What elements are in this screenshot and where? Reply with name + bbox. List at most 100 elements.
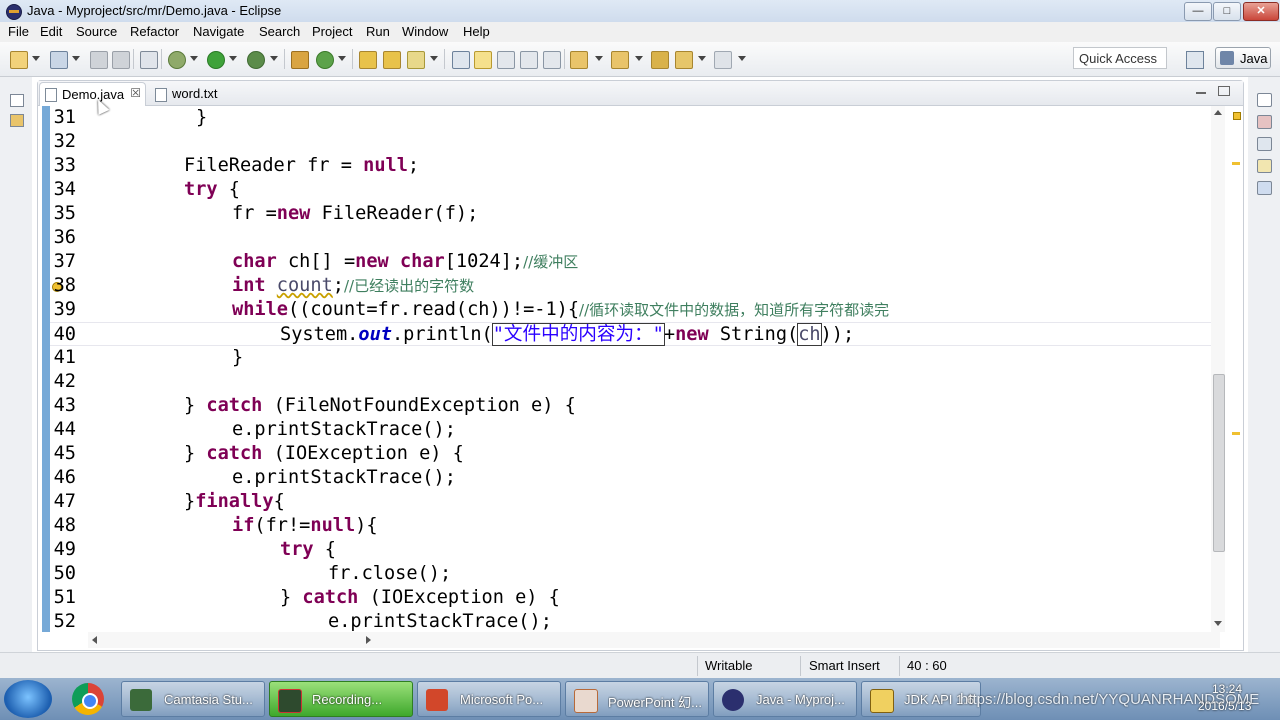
- new-icon[interactable]: [10, 51, 28, 69]
- external-tools-dropdown-icon[interactable]: [270, 56, 278, 61]
- menu-search[interactable]: Search: [259, 24, 300, 39]
- warning-overview-marker[interactable]: [1233, 112, 1241, 120]
- window-title: Java - Myproject/src/mr/Demo.java - Ecli…: [27, 3, 282, 18]
- menu-source[interactable]: Source: [76, 24, 117, 39]
- back-dropdown-icon[interactable]: [698, 56, 706, 61]
- toggle-block-selection-icon[interactable]: [497, 51, 515, 69]
- new-project-icon[interactable]: [50, 51, 68, 69]
- taskbar-item-camtasia[interactable]: Camtasia Stu...: [121, 681, 265, 717]
- taskbar-item-label: Microsoft Po...: [460, 692, 544, 707]
- line-number: 52: [53, 611, 76, 632]
- external-tools-icon[interactable]: [247, 51, 265, 69]
- console-icon[interactable]: [1257, 181, 1272, 195]
- package-explorer-icon[interactable]: [10, 114, 24, 127]
- maximize-button[interactable]: □: [1213, 2, 1241, 21]
- new-dropdown-icon[interactable]: [32, 56, 40, 61]
- occurrence-marker[interactable]: [1232, 162, 1240, 165]
- overview-ruler[interactable]: [1230, 106, 1242, 632]
- minimize-editor-icon[interactable]: [1196, 89, 1206, 94]
- forward-icon[interactable]: [714, 51, 732, 69]
- menu-run[interactable]: Run: [366, 24, 390, 39]
- code-line: 37 char ch[] =new char[1024];//缓冲区: [50, 250, 1220, 274]
- title-bar: Java - Myproject/src/mr/Demo.java - Ecli…: [0, 0, 1280, 23]
- maximize-editor-icon[interactable]: [1218, 86, 1230, 96]
- close-tab-icon[interactable]: ☒: [130, 86, 141, 100]
- open-resource-icon[interactable]: [383, 51, 401, 69]
- next-annotation-icon[interactable]: [452, 51, 470, 69]
- quick-access-input[interactable]: Quick Access: [1073, 47, 1167, 69]
- open-perspective-icon[interactable]: [1186, 51, 1204, 69]
- search-dropdown-icon[interactable]: [430, 56, 438, 61]
- taskbar-item-label: Java - Myproj...: [756, 692, 845, 707]
- toggle-word-wrap-icon[interactable]: [520, 51, 538, 69]
- scroll-left-icon[interactable]: [92, 636, 97, 644]
- javadoc-icon[interactable]: [1257, 159, 1272, 173]
- code-text: try {: [280, 539, 336, 560]
- new-java-package-icon[interactable]: [291, 51, 309, 69]
- search-icon[interactable]: [407, 51, 425, 69]
- vertical-scrollbar[interactable]: [1211, 106, 1225, 632]
- line-number: 38: [53, 275, 76, 296]
- scroll-up-icon[interactable]: [1214, 110, 1222, 115]
- new-project-dropdown-icon[interactable]: [72, 56, 80, 61]
- minimize-button[interactable]: —: [1184, 2, 1212, 21]
- java-perspective-button[interactable]: Java: [1215, 47, 1271, 69]
- save-all-icon[interactable]: [112, 51, 130, 69]
- debug-icon[interactable]: [168, 51, 186, 69]
- powerpoint-slide-icon: [574, 689, 598, 713]
- forward-dropdown-icon[interactable]: [738, 56, 746, 61]
- run-dropdown-icon[interactable]: [229, 56, 237, 61]
- java-editor: Demo.java ☒ word.txt 31} 32 33 FileReader…: [37, 80, 1244, 651]
- code-text: while((count=fr.read(ch))!=-1){//循环读取文件中…: [232, 299, 890, 320]
- outline-icon[interactable]: [1257, 137, 1272, 151]
- task-list-icon[interactable]: [1257, 115, 1272, 129]
- menu-refactor[interactable]: Refactor: [130, 24, 179, 39]
- tab-word-txt[interactable]: word.txt: [150, 82, 245, 105]
- line-number: 41: [53, 347, 76, 368]
- taskbar-item-powerpoint-2[interactable]: PowerPoint 幻...: [565, 681, 709, 717]
- debug-dropdown-icon[interactable]: [190, 56, 198, 61]
- previous-annotation-dropdown-icon[interactable]: [635, 56, 643, 61]
- scroll-right-icon[interactable]: [366, 636, 371, 644]
- new-class-dropdown-icon[interactable]: [338, 56, 346, 61]
- restore-icon[interactable]: [10, 94, 24, 107]
- horizontal-scrollbar[interactable]: [88, 632, 1220, 648]
- menu-navigate[interactable]: Navigate: [193, 24, 244, 39]
- scrollbar-thumb[interactable]: [1213, 374, 1225, 552]
- occurrence-marker[interactable]: [1232, 432, 1240, 435]
- clock-time[interactable]: 13:24: [1212, 682, 1242, 696]
- menu-file[interactable]: File: [8, 24, 29, 39]
- skip-breakpoints-icon[interactable]: [140, 51, 158, 69]
- start-button-icon[interactable]: [4, 680, 52, 718]
- code-line: 35 fr =new FileReader(f);: [50, 202, 1220, 226]
- taskbar-item-powerpoint-1[interactable]: Microsoft Po...: [417, 681, 561, 717]
- run-icon[interactable]: [207, 51, 225, 69]
- clock-date[interactable]: 2016/5/13: [1198, 699, 1251, 713]
- next-annotation-nav-icon[interactable]: [570, 51, 588, 69]
- restore-icon[interactable]: [1257, 93, 1272, 107]
- recording-icon: [278, 689, 302, 713]
- menu-window[interactable]: Window: [402, 24, 448, 39]
- last-edit-location-icon[interactable]: [651, 51, 669, 69]
- toggle-mark-occurrences-icon[interactable]: [474, 51, 492, 69]
- taskbar-item-eclipse[interactable]: Java - Myproj...: [713, 681, 857, 717]
- change-ruler: [38, 106, 50, 632]
- menu-help[interactable]: Help: [463, 24, 490, 39]
- tab-label: word.txt: [172, 86, 218, 101]
- code-area[interactable]: 31} 32 33 FileReader fr = null; 34 try { 3…: [50, 106, 1220, 632]
- scroll-down-icon[interactable]: [1214, 621, 1222, 626]
- previous-annotation-icon[interactable]: [611, 51, 629, 69]
- code-text: if(fr!=null){: [232, 515, 378, 536]
- line-number: 39: [53, 299, 76, 320]
- open-type-icon[interactable]: [359, 51, 377, 69]
- close-button[interactable]: ✕: [1243, 2, 1279, 21]
- save-icon[interactable]: [90, 51, 108, 69]
- show-whitespace-icon[interactable]: [543, 51, 561, 69]
- chrome-icon[interactable]: [72, 683, 104, 715]
- taskbar-item-recording[interactable]: Recording...: [269, 681, 413, 717]
- back-icon[interactable]: [675, 51, 693, 69]
- new-java-class-icon[interactable]: [316, 51, 334, 69]
- menu-project[interactable]: Project: [312, 24, 352, 39]
- next-annotation-dropdown-icon[interactable]: [595, 56, 603, 61]
- menu-edit[interactable]: Edit: [40, 24, 62, 39]
